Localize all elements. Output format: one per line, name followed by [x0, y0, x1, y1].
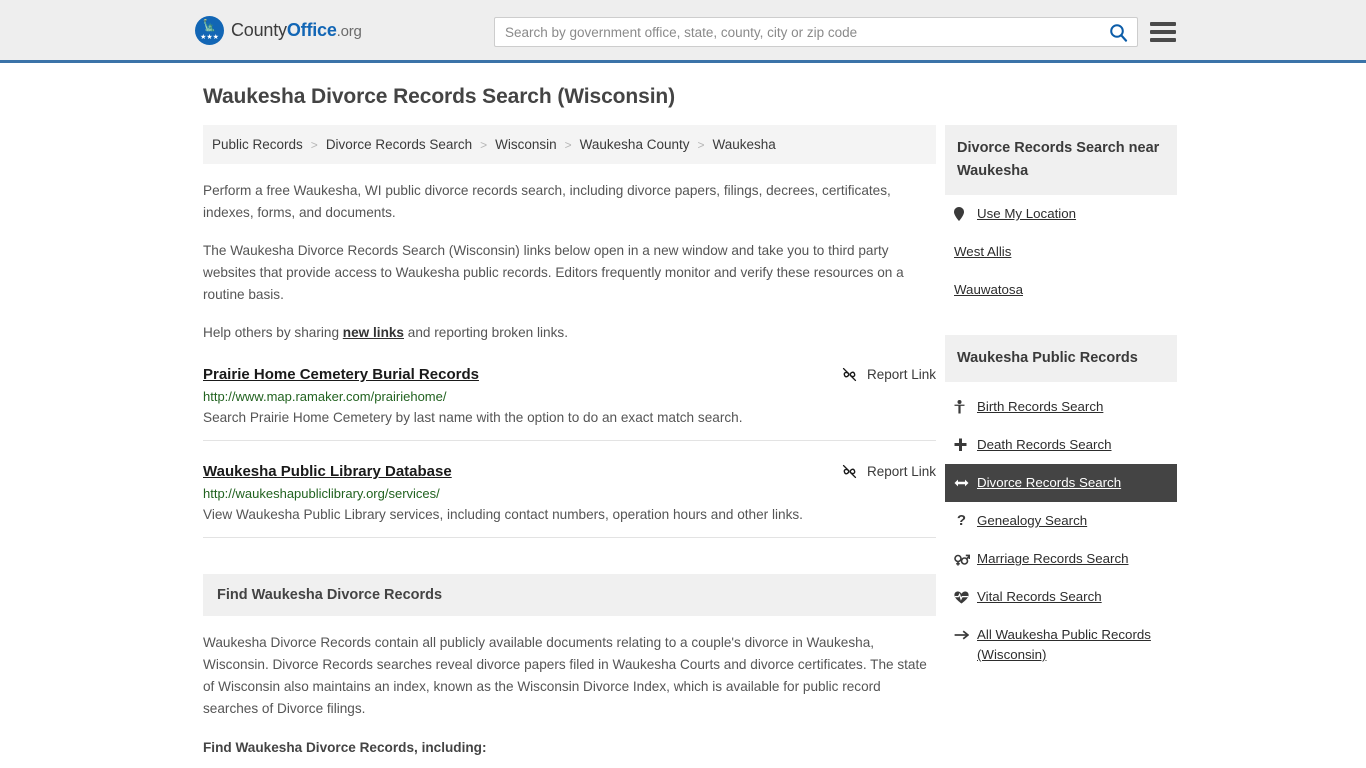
sidebar-item-divorce-records-search[interactable]: Divorce Records Search [945, 464, 1177, 502]
result-description: Search Prairie Home Cemetery by last nam… [203, 410, 743, 425]
breadcrumb: Public Records > Divorce Records Search … [203, 125, 936, 164]
breadcrumb-separator: > [697, 137, 705, 152]
find-records-heading: Find Waukesha Divorce Records [203, 574, 936, 616]
report-link-button[interactable]: Report Link [841, 463, 936, 480]
sidebar-near-heading: Divorce Records Search near Waukesha [945, 125, 1177, 195]
main-column: Public Records > Divorce Records Search … [203, 125, 936, 768]
left-right-arrow-icon [954, 473, 969, 489]
broken-link-icon [842, 464, 857, 479]
menu-bar-2 [1150, 30, 1176, 34]
breadcrumb-separator: > [564, 137, 572, 152]
sidebar-item-marriage-records-search[interactable]: Marriage Records Search [945, 540, 1177, 578]
help-line-before: Help others by sharing [203, 325, 343, 340]
intro-paragraph-1: Perform a free Waukesha, WI public divor… [203, 183, 891, 220]
sidebar-item-vital-records-search[interactable]: Vital Records Search [945, 578, 1177, 616]
sidebar-item-label: All Waukesha Public Records (Wisconsin) [977, 627, 1151, 662]
sidebar-records-heading: Waukesha Public Records [945, 335, 1177, 382]
content-row: Public Records > Divorce Records Search … [0, 125, 1366, 768]
breadcrumb-item-1[interactable]: Divorce Records Search [326, 137, 472, 152]
page-title: Waukesha Divorce Records Search (Wiscons… [203, 85, 676, 108]
sidebar-item-label: Wauwatosa [954, 282, 1023, 297]
sidebar-item-use-my-location[interactable]: Use My Location [945, 195, 1177, 233]
sidebar-item-wauwatosa[interactable]: Wauwatosa [945, 271, 1177, 309]
site-header: 🗽 ★★★ CountyOffice.org [0, 0, 1366, 63]
result-title-link[interactable]: Waukesha Public Library Database [203, 463, 452, 480]
breadcrumb-item-2[interactable]: Wisconsin [495, 137, 557, 152]
sidebar-item-west-allis[interactable]: West Allis [945, 233, 1177, 271]
report-link-button[interactable]: Report Link [841, 366, 936, 383]
breadcrumb-item-4[interactable]: Waukesha [713, 137, 776, 152]
sidebar-item-label: Vital Records Search [977, 589, 1102, 604]
logo-text-org: .org [336, 22, 362, 40]
report-link-label: Report Link [866, 367, 936, 382]
sidebar-item-genealogy-search[interactable]: ? Genealogy Search [945, 502, 1177, 540]
sidebar-records-list: Birth Records Search Death Records Searc… [945, 388, 1177, 674]
sidebar-item-label: Genealogy Search [977, 513, 1088, 528]
question-mark-icon: ? [956, 512, 967, 529]
map-pin-icon [954, 204, 969, 221]
eagle-shield-logo-icon: 🗽 ★★★ [195, 15, 224, 45]
find-records-body: Waukesha Divorce Records contain all pub… [203, 635, 927, 716]
find-records-list-heading: Find Waukesha Divorce Records, including… [203, 740, 487, 755]
report-link-label: Report Link [866, 464, 936, 479]
hamburger-menu-icon[interactable] [1150, 19, 1176, 45]
result-description: View Waukesha Public Library services, i… [203, 507, 803, 522]
search-bar[interactable] [494, 17, 1138, 47]
sidebar: Divorce Records Search near Waukesha Use… [945, 125, 1177, 700]
search-icon [1109, 23, 1127, 42]
breadcrumb-item-0[interactable]: Public Records [212, 137, 303, 152]
menu-bar-1 [1150, 22, 1176, 26]
venus-mars-icon [954, 549, 970, 566]
sidebar-item-label: West Allis [954, 244, 1012, 259]
logo-text-county: County [231, 19, 287, 40]
help-line: Help others by sharing new links and rep… [203, 322, 936, 344]
new-links-link[interactable]: new links [343, 325, 404, 340]
baby-icon [954, 397, 969, 414]
breadcrumb-separator: > [480, 137, 488, 152]
sidebar-item-label: Birth Records Search [977, 399, 1104, 414]
result-url: http://www.map.ramaker.com/prairiehome/ [203, 389, 447, 404]
sidebar-item-label: Divorce Records Search [977, 475, 1122, 490]
result-url: http://waukeshapubliclibrary.org/service… [203, 486, 440, 501]
result-item: Waukesha Public Library Database Report … [203, 463, 936, 538]
sidebar-item-birth-records-search[interactable]: Birth Records Search [945, 388, 1177, 426]
help-line-after: and reporting broken links. [404, 325, 568, 340]
result-item: Prairie Home Cemetery Burial Records Rep… [203, 366, 936, 441]
sidebar-item-label: Marriage Records Search [977, 551, 1129, 566]
result-title-link[interactable]: Prairie Home Cemetery Burial Records [203, 366, 479, 383]
sidebar-near-list: Use My Location West Allis Wauwatosa [945, 195, 1177, 309]
heartbeat-icon [954, 587, 969, 604]
cross-icon [954, 435, 969, 452]
search-input[interactable] [495, 18, 1099, 46]
sidebar-item-label: Use My Location [977, 206, 1077, 221]
intro-paragraph-2: The Waukesha Divorce Records Search (Wis… [203, 243, 904, 302]
logo-wordmark: CountyOffice.org [231, 20, 362, 41]
broken-link-icon [842, 367, 857, 382]
sidebar-item-all-public-records[interactable]: All Waukesha Public Records (Wisconsin) [945, 616, 1177, 674]
site-logo[interactable]: 🗽 ★★★ CountyOffice.org [195, 15, 362, 45]
breadcrumb-item-3[interactable]: Waukesha County [580, 137, 690, 152]
sidebar-item-label: Death Records Search [977, 437, 1112, 452]
page-body: Waukesha Divorce Records Search (Wiscons… [0, 63, 1366, 768]
sidebar-item-death-records-search[interactable]: Death Records Search [945, 426, 1177, 464]
menu-bar-3 [1150, 38, 1176, 42]
search-button[interactable] [1099, 18, 1137, 46]
breadcrumb-separator: > [310, 137, 318, 152]
logo-text-office: Office [286, 19, 337, 40]
arrow-right-icon [954, 625, 969, 641]
